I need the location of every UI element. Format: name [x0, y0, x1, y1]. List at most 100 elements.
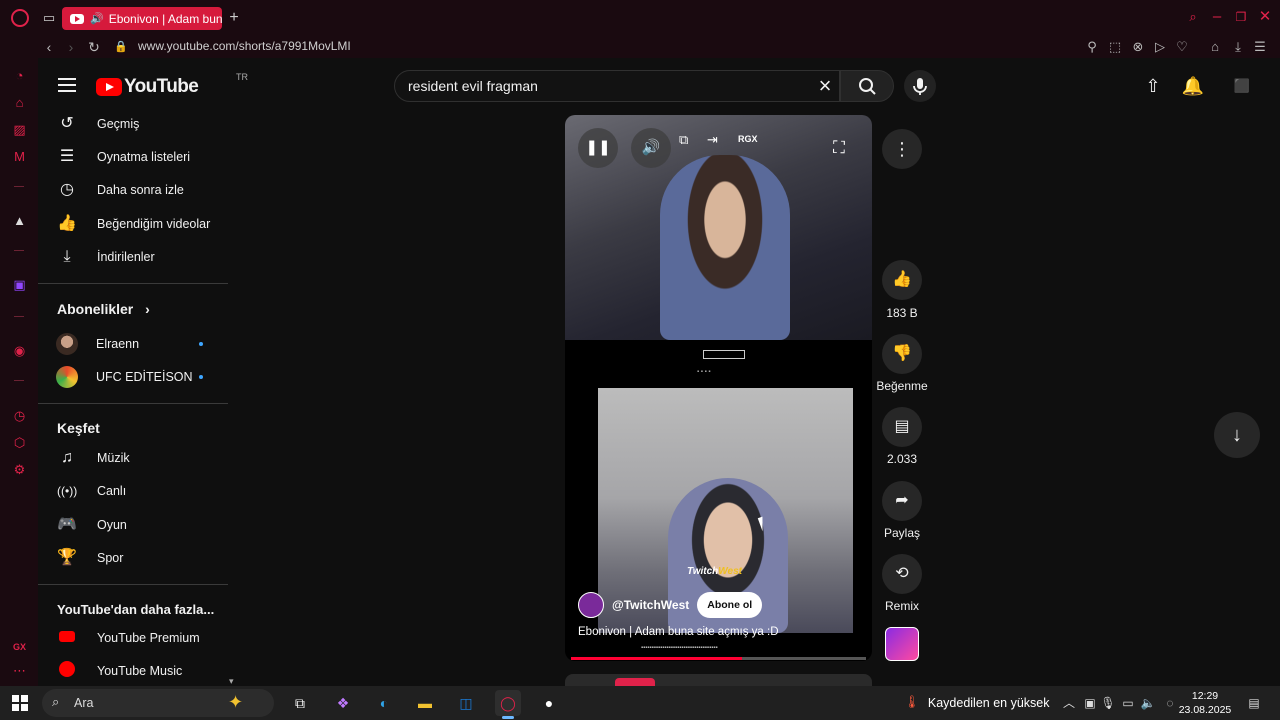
profile-icon[interactable]: ⌂: [1206, 38, 1224, 56]
sidebar-item-youtube-music[interactable]: YouTube Music: [38, 654, 230, 686]
battery-icon[interactable]: ▭: [1120, 695, 1136, 711]
channel-avatar[interactable]: [578, 592, 604, 618]
sidebar-item-liked-videos[interactable]: 👍 Beğendiğim videolar: [38, 207, 230, 241]
pause-button[interactable]: ❚❚: [578, 128, 618, 168]
progress-fill: [571, 657, 743, 660]
news-icon[interactable]: ▨: [11, 121, 28, 138]
scroll-down-icon[interactable]: ▾: [229, 676, 234, 686]
tab-islands-icon[interactable]: ▭: [41, 10, 57, 26]
channel-name[interactable]: @TwitchWest: [612, 598, 689, 612]
adblock-icon[interactable]: ⊗: [1129, 38, 1147, 56]
upload-icon[interactable]: ⇧: [1141, 74, 1165, 98]
enter-icon[interactable]: ⇥: [707, 132, 718, 148]
volume-tray-icon[interactable]: 🔈: [1140, 695, 1156, 711]
file-explorer-icon[interactable]: ▬: [412, 690, 438, 716]
windows-start-icon[interactable]: [12, 695, 28, 711]
opera-gx-app-icon[interactable]: ◯: [495, 690, 521, 719]
task-view-icon[interactable]: ⧉: [287, 690, 313, 716]
new-tab-button[interactable]: +: [226, 10, 242, 26]
sound-thumbnail[interactable]: [885, 627, 919, 661]
sidebar-item-downloads[interactable]: ⤓ İndirilenler: [38, 240, 230, 274]
sidebar-item-gaming[interactable]: 🎮 Oyun: [38, 508, 230, 542]
edge-app-icon[interactable]: ◐: [371, 690, 397, 716]
like-button[interactable]: 👍: [882, 260, 922, 300]
tray-app-icon[interactable]: ▣: [1082, 695, 1098, 711]
settings-icon[interactable]: ⚙: [11, 461, 28, 478]
more-options-button[interactable]: ⋮: [882, 129, 922, 169]
history-sidebar-icon[interactable]: ◷: [11, 407, 28, 424]
notifications-icon[interactable]: ▤: [1246, 695, 1262, 711]
subscriptions-heading[interactable]: Abonelikler ›: [57, 301, 150, 317]
speaker-icon[interactable]: 🔊: [90, 12, 104, 25]
extensions-icon[interactable]: ⬡: [11, 434, 28, 451]
country-code: TR: [236, 72, 248, 82]
sidebar-item-live[interactable]: ((•)) Canlı: [38, 474, 230, 508]
copilot-spark-icon: ✦: [228, 692, 244, 712]
search-tabs-icon[interactable]: ⌕: [1184, 8, 1202, 26]
forward-button[interactable]: ›: [62, 38, 80, 56]
aria-icon[interactable]: ▲: [11, 212, 28, 229]
heart-icon[interactable]: ♡: [1173, 38, 1191, 56]
back-button[interactable]: ‹: [40, 38, 58, 56]
more-sidebar-icon[interactable]: ⋯: [11, 662, 28, 679]
picture-in-picture-icon[interactable]: ⧉: [679, 132, 688, 148]
notifications-bell-icon[interactable]: 🔔: [1181, 74, 1205, 98]
volume-button[interactable]: 🔊: [631, 128, 671, 168]
sidebar-item-youtube-premium[interactable]: YouTube Premium: [38, 621, 230, 655]
copilot-app-icon[interactable]: ❖: [330, 690, 356, 716]
outlook-app-icon[interactable]: ◫: [453, 690, 479, 716]
tray-mic-icon[interactable]: 🎙: [1100, 695, 1116, 711]
pin-icon[interactable]: ⚲: [1083, 38, 1101, 56]
close-button[interactable]: ✕: [1256, 8, 1274, 26]
sidebar-item-music[interactable]: ♫ Müzik: [38, 441, 230, 475]
speed-dial-icon[interactable]: ◔: [11, 67, 28, 84]
menu-icon[interactable]: [58, 78, 76, 92]
reload-button[interactable]: ↻: [85, 38, 103, 56]
gaming-icon[interactable]: ⌂: [11, 94, 28, 111]
account-avatar[interactable]: ⬛: [1230, 74, 1254, 98]
shorts-player[interactable]: ▪ ▪ ▪ ▪ TwitchWest ❚❚ 🔊 ⧉ ⇥ RGX ⛶ @Twitc…: [565, 115, 872, 661]
gx-icon[interactable]: GX: [11, 639, 28, 656]
next-video-button[interactable]: ↓: [1214, 412, 1260, 458]
mail-icon[interactable]: M: [11, 148, 28, 165]
fullscreen-icon[interactable]: ⛶: [819, 128, 859, 168]
restore-button[interactable]: ❐: [1232, 8, 1250, 26]
tray-overflow-icon[interactable]: ︿: [1061, 695, 1077, 711]
minimize-button[interactable]: –: [1208, 8, 1226, 26]
downloads-icon[interactable]: ⤓: [1229, 38, 1247, 56]
search-button[interactable]: [840, 70, 894, 102]
dislike-label: Beğenme: [876, 379, 928, 393]
sidebar-item-history[interactable]: ↺ Geçmiş: [38, 114, 230, 141]
sidebar-item-playlists[interactable]: ☰ Oynatma listeleri: [38, 140, 230, 174]
url-field[interactable]: www.youtube.com/shorts/a7991MovLMI: [138, 39, 351, 53]
avatar: [56, 366, 78, 388]
taskbar-search[interactable]: ⌕ Ara ✦: [42, 689, 274, 717]
opera-logo-icon[interactable]: [11, 9, 29, 27]
next-short-preview[interactable]: [565, 674, 872, 686]
weather-widget[interactable]: 🌡 Kaydedilen en yüksek: [904, 695, 1049, 710]
comments-button[interactable]: ▤: [882, 407, 922, 447]
search-input[interactable]: resident evil fragman: [394, 70, 840, 102]
snapshot-icon[interactable]: ⬚: [1106, 38, 1124, 56]
twitch-icon[interactable]: ▣: [11, 276, 28, 293]
short-title[interactable]: Ebonivon | Adam buna site açmış ya :D: [578, 626, 779, 638]
youtube-logo[interactable]: YouTube TR: [96, 72, 248, 98]
sidebar-item-sports[interactable]: 🏆 Spor: [38, 541, 230, 575]
voice-search-button[interactable]: [904, 70, 936, 102]
another-app-icon[interactable]: ●: [536, 690, 562, 716]
scroll-up-icon[interactable]: ▴: [229, 114, 234, 116]
player-icon[interactable]: ▷: [1151, 38, 1169, 56]
sidebar-item-watch-later[interactable]: ◷ Daha sonra izle: [38, 173, 230, 207]
dislike-button[interactable]: 👎: [882, 334, 922, 374]
system-clock[interactable]: 12:29 23.08.2025: [1176, 689, 1234, 717]
player-sidebar-icon[interactable]: ◉: [11, 342, 28, 359]
progress-bar[interactable]: [571, 657, 866, 660]
clear-search-icon[interactable]: ×: [814, 75, 836, 97]
easy-setup-icon[interactable]: ☰: [1251, 38, 1269, 56]
lock-icon[interactable]: 🔒: [112, 38, 130, 56]
active-tab[interactable]: 🔊 Ebonivon | Adam buna: [62, 7, 222, 30]
rgx-tag[interactable]: RGX: [738, 134, 758, 144]
subscribe-button[interactable]: Abone ol: [697, 592, 763, 618]
remix-button[interactable]: ⟲: [882, 554, 922, 594]
share-button[interactable]: ➦: [882, 481, 922, 521]
